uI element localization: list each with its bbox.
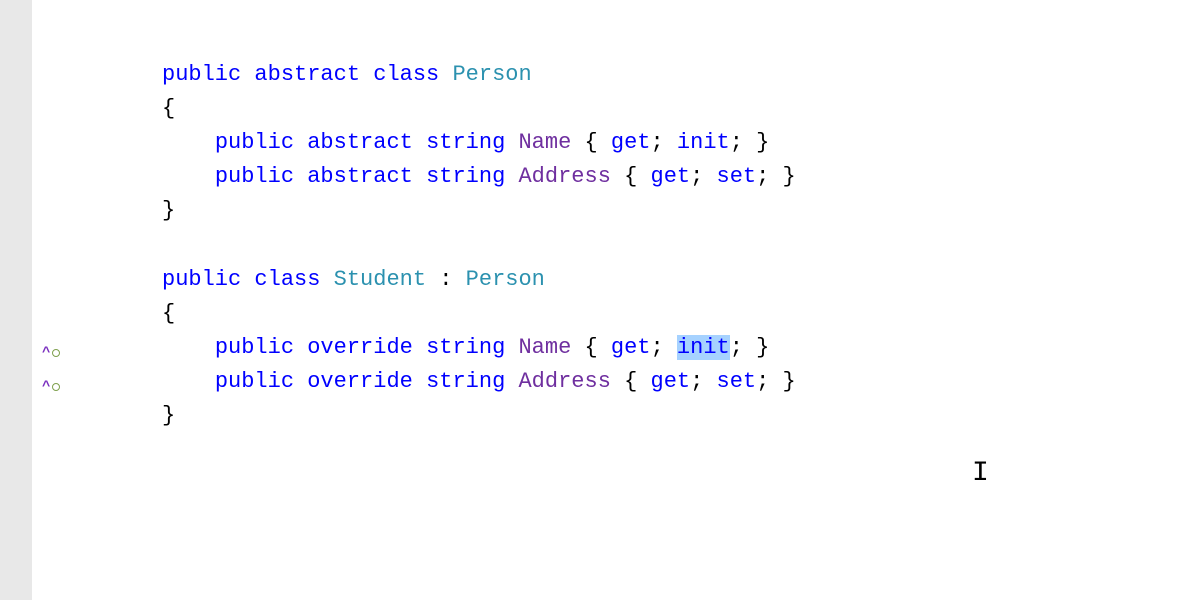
keyword: set: [717, 369, 757, 394]
keyword: override: [307, 369, 413, 394]
keyword: public: [215, 335, 294, 360]
property-name: Address: [518, 369, 610, 394]
keyword: class: [373, 62, 439, 87]
type-name: Person: [466, 267, 545, 292]
brace: }: [162, 403, 175, 428]
brace: }: [783, 164, 796, 189]
property-name: Name: [518, 130, 571, 155]
selected-text: init: [677, 335, 730, 360]
caret-up-icon: ^: [42, 380, 50, 394]
semicolon: ;: [756, 164, 769, 189]
suggestion-indicator[interactable]: ^: [42, 346, 60, 360]
keyword: get: [611, 335, 651, 360]
semicolon: ;: [730, 130, 743, 155]
keyword: abstract: [307, 164, 413, 189]
keyword: string: [426, 130, 505, 155]
type-name: Student: [334, 267, 426, 292]
brace: {: [585, 335, 598, 360]
keyword: string: [426, 164, 505, 189]
keyword: public: [215, 164, 294, 189]
caret-up-icon: ^: [42, 346, 50, 360]
keyword: get: [611, 130, 651, 155]
keyword: public: [215, 130, 294, 155]
brace: {: [162, 96, 175, 121]
semicolon: ;: [756, 369, 769, 394]
keyword: get: [651, 369, 691, 394]
property-name: Name: [518, 335, 571, 360]
keyword: abstract: [307, 130, 413, 155]
colon: :: [439, 267, 452, 292]
keyword: public: [215, 369, 294, 394]
keyword: set: [717, 164, 757, 189]
lightbulb-icon: [52, 349, 60, 357]
semicolon: ;: [690, 369, 703, 394]
keyword: string: [426, 335, 505, 360]
brace: {: [624, 164, 637, 189]
keyword: string: [426, 369, 505, 394]
keyword: get: [651, 164, 691, 189]
keyword: abstract: [254, 62, 360, 87]
semicolon: ;: [651, 130, 664, 155]
brace: {: [162, 301, 175, 326]
brace: }: [783, 369, 796, 394]
keyword: class: [254, 267, 320, 292]
keyword: override: [307, 335, 413, 360]
semicolon: ;: [730, 335, 743, 360]
indicator-margin: ^ ^: [32, 0, 72, 600]
keyword: init: [677, 130, 730, 155]
text-cursor-icon: I: [972, 452, 989, 495]
property-name: Address: [518, 164, 610, 189]
keyword: public: [162, 267, 241, 292]
semicolon: ;: [690, 164, 703, 189]
scrollbar-gutter[interactable]: [0, 0, 32, 600]
type-name: Person: [452, 62, 531, 87]
brace: }: [756, 130, 769, 155]
suggestion-indicator[interactable]: ^: [42, 380, 60, 394]
keyword: public: [162, 62, 241, 87]
semicolon: ;: [651, 335, 664, 360]
brace: }: [162, 198, 175, 223]
code-editor[interactable]: public abstract class Person { public ab…: [72, 0, 1200, 600]
brace: {: [624, 369, 637, 394]
lightbulb-icon: [52, 383, 60, 391]
brace: {: [585, 130, 598, 155]
brace: }: [756, 335, 769, 360]
